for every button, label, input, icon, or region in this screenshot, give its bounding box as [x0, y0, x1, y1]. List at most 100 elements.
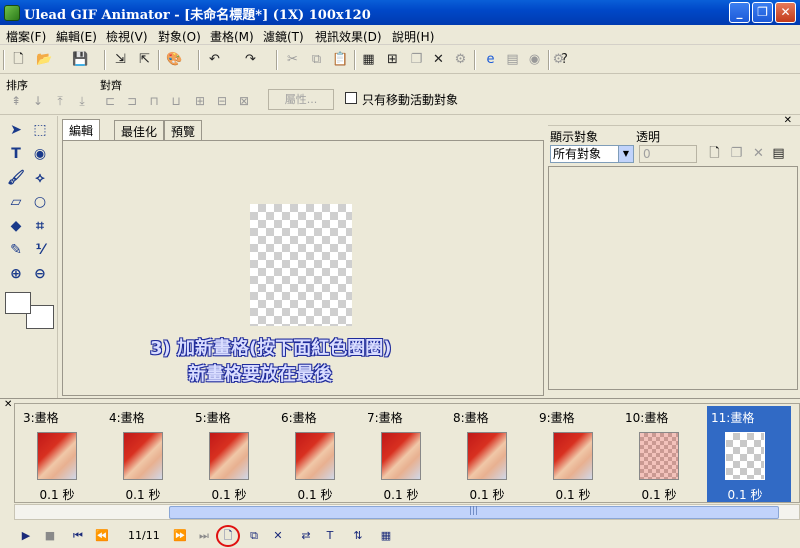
duplicate-object-icon[interactable]: ❐: [728, 145, 745, 162]
tab-preview[interactable]: 預覽: [164, 120, 203, 140]
frame-delay[interactable]: 0.1 秒: [19, 486, 95, 503]
menu-frame[interactable]: 畫格(M): [210, 28, 254, 45]
menu-object[interactable]: 對象(O): [158, 28, 201, 45]
frame-item[interactable]: 7:畫格 0.1 秒: [363, 406, 447, 502]
magic-wand-icon[interactable]: ⟡: [30, 168, 50, 188]
web-icon[interactable]: ◉: [526, 51, 543, 68]
tab-edit[interactable]: 編輯: [62, 119, 101, 140]
crop-tool-icon[interactable]: ⌗: [30, 216, 50, 236]
align-right-icon[interactable]: ⊓: [146, 93, 162, 109]
export-icon[interactable]: ⇱: [136, 51, 153, 68]
browser-preview-icon[interactable]: e: [482, 51, 499, 68]
frame-props-icon[interactable]: ▦: [360, 51, 377, 68]
next-frame-icon[interactable]: ⏩: [172, 528, 188, 544]
frame-delay[interactable]: 0.1 秒: [191, 486, 267, 503]
menu-video-effects[interactable]: 視訊效果(D): [315, 28, 382, 45]
zoom-out-icon[interactable]: ⊖: [30, 264, 50, 284]
frame-delay[interactable]: 0.1 秒: [105, 486, 181, 503]
duplicate-frame-icon[interactable]: ⧉: [246, 528, 262, 544]
stop-icon[interactable]: ■: [42, 528, 58, 544]
frame-list-scrollbar[interactable]: |||: [14, 504, 800, 520]
foreground-color-swatch[interactable]: [5, 292, 31, 314]
frame-delay[interactable]: 0.1 秒: [535, 486, 611, 503]
object-properties-icon[interactable]: ▤: [770, 145, 787, 162]
menu-edit[interactable]: 編輯(E): [56, 28, 97, 45]
align-top-icon[interactable]: ⊔: [168, 93, 184, 109]
frame-item[interactable]: 11:畫格 0.1 秒: [707, 406, 791, 502]
play-icon[interactable]: ▶: [18, 528, 34, 544]
frame-item[interactable]: 3:畫格 0.1 秒: [19, 406, 103, 502]
display-objects-select[interactable]: 所有對象 ▼: [550, 145, 634, 163]
frame-delay[interactable]: 0.1 秒: [363, 486, 439, 503]
save-icon[interactable]: 💾: [72, 51, 89, 68]
pick-tool-icon[interactable]: ➤: [6, 120, 26, 140]
transform-tool-icon[interactable]: ◉: [30, 144, 50, 164]
menu-filter[interactable]: 濾鏡(T): [263, 28, 304, 45]
align-middle-icon[interactable]: ⊞: [192, 93, 208, 109]
frame-delay[interactable]: 0.1 秒: [707, 486, 783, 503]
tween-icon[interactable]: ⚙: [452, 51, 469, 68]
import-icon[interactable]: ⇲: [112, 51, 129, 68]
add-image-icon[interactable]: ⊞: [384, 51, 401, 68]
frame-delay[interactable]: 0.1 秒: [277, 486, 353, 503]
menu-help[interactable]: 說明(H): [392, 28, 434, 45]
align-left-icon[interactable]: ⊏: [102, 93, 118, 109]
tab-optimize[interactable]: 最佳化: [114, 120, 165, 140]
object-list[interactable]: [548, 166, 798, 439]
panel-close-icon[interactable]: ✕: [548, 116, 800, 126]
previous-frame-icon[interactable]: ⏪: [94, 528, 110, 544]
new-object-icon[interactable]: 🗋: [706, 145, 723, 162]
move-top-icon[interactable]: ⇞: [8, 93, 24, 109]
frame-item[interactable]: 4:畫格 0.1 秒: [105, 406, 189, 502]
frame-item[interactable]: 8:畫格 0.1 秒: [449, 406, 533, 502]
add-frame-icon[interactable]: 🗋: [220, 528, 236, 544]
cut-icon[interactable]: ✂: [284, 51, 301, 68]
reverse-frames-icon[interactable]: ⇅: [350, 528, 366, 544]
chevron-down-icon[interactable]: ▼: [618, 146, 633, 162]
marquee-tool-icon[interactable]: ⬚: [30, 120, 50, 140]
menu-file[interactable]: 檔案(F): [6, 28, 46, 45]
zoom-in-icon[interactable]: ⊕: [6, 264, 26, 284]
close-button[interactable]: ✕: [775, 2, 796, 23]
lasso-tool-icon[interactable]: ○: [30, 192, 50, 212]
copy-icon[interactable]: ⧉: [308, 51, 325, 68]
last-frame-icon[interactable]: ⏭: [196, 528, 212, 544]
fill-tool-icon[interactable]: ◆: [6, 216, 26, 236]
eraser-tool-icon[interactable]: ▱: [6, 192, 26, 212]
properties-button[interactable]: 屬性...: [268, 89, 334, 110]
delete-icon[interactable]: ✕: [430, 51, 447, 68]
align-center-icon[interactable]: ⊐: [124, 93, 140, 109]
actual-size-icon[interactable]: ⅟: [30, 240, 50, 260]
frame-properties-icon[interactable]: ▦: [378, 528, 394, 544]
redo-icon[interactable]: ↷: [242, 51, 259, 68]
optimize-icon[interactable]: ▤: [504, 51, 521, 68]
delete-frame-icon[interactable]: ✕: [270, 528, 286, 544]
delete-object-icon[interactable]: ✕: [750, 145, 767, 162]
text-tool-icon[interactable]: T: [6, 144, 26, 164]
paste-icon[interactable]: 📋: [332, 51, 349, 68]
first-frame-icon[interactable]: ⏮: [70, 528, 86, 544]
minimize-button[interactable]: _: [729, 2, 750, 23]
only-movable-checkbox[interactable]: [345, 92, 357, 104]
frame-item[interactable]: 10:畫格 0.1 秒: [621, 406, 705, 502]
duplicate-icon[interactable]: ❐: [408, 51, 425, 68]
canvas-image[interactable]: [250, 204, 352, 326]
context-help-icon[interactable]: ?: [556, 51, 573, 68]
move-bottom-icon[interactable]: ⤓: [74, 93, 90, 109]
frame-item[interactable]: 9:畫格 0.1 秒: [535, 406, 619, 502]
brush-tool-icon[interactable]: 🖌: [6, 168, 26, 188]
align-bottom-icon[interactable]: ⊟: [214, 93, 230, 109]
new-file-icon[interactable]: 🗋: [10, 51, 27, 68]
move-down-icon[interactable]: ↓: [30, 93, 46, 109]
banner-text-icon[interactable]: T: [322, 528, 338, 544]
frame-item[interactable]: 5:畫格 0.1 秒: [191, 406, 275, 502]
restore-button[interactable]: ❐: [752, 2, 773, 23]
opacity-spinner[interactable]: 0: [639, 145, 697, 163]
eyedropper-tool-icon[interactable]: ✎: [6, 240, 26, 260]
frame-item[interactable]: 6:畫格 0.1 秒: [277, 406, 361, 502]
tween-frame-icon[interactable]: ⇄: [298, 528, 314, 544]
frame-panel-close-icon[interactable]: ✕: [4, 399, 12, 410]
paint-icon[interactable]: 🎨: [166, 51, 183, 68]
menu-view[interactable]: 檢視(V): [106, 28, 148, 45]
undo-icon[interactable]: ↶: [206, 51, 223, 68]
